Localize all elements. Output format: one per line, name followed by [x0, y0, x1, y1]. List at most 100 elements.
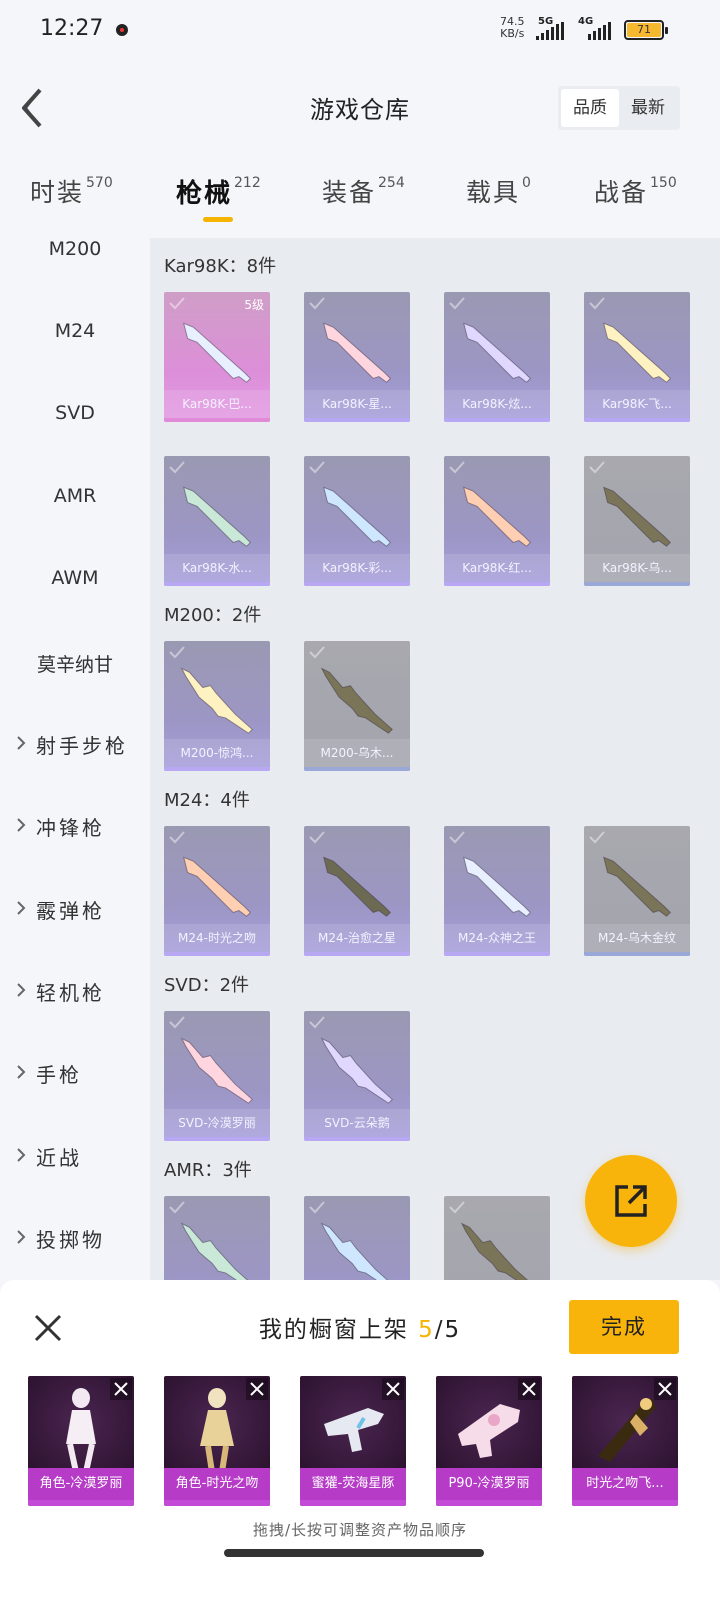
sidebar-group-smg[interactable]: 冲锋枪: [0, 812, 150, 841]
weapon-card[interactable]: Kar98K-水...: [164, 456, 270, 586]
sidebar-item-m200[interactable]: M200: [0, 238, 150, 260]
weapon-card[interactable]: Kar98K-乌...: [584, 456, 690, 586]
rarity-bar: [164, 582, 270, 586]
rarity-bar: [304, 1137, 410, 1141]
network-speed-unit: KB/s: [500, 27, 525, 40]
rarity-bar: [572, 1500, 678, 1506]
weapon-card-label: SVD-云朵鹅: [304, 1109, 410, 1137]
weapon-image: [603, 322, 672, 383]
remove-icon[interactable]: [518, 1378, 540, 1400]
weapon-card[interactable]: M200-乌木...: [304, 641, 410, 771]
weapon-card-label: Kar98K-炫...: [444, 390, 550, 418]
weapon-card[interactable]: Kar98K-红...: [444, 456, 550, 586]
showcase-item[interactable]: 角色-冷漠罗丽: [28, 1376, 134, 1506]
weapon-card[interactable]: SVD-云朵鹅: [304, 1011, 410, 1141]
weapon-card[interactable]: Kar98K-星...: [304, 292, 410, 422]
checkmark-icon[interactable]: [448, 460, 466, 474]
weapon-card[interactable]: M24-治愈之星: [304, 826, 410, 956]
checkmark-icon[interactable]: [168, 460, 186, 474]
weapon-image: [183, 486, 252, 547]
weapon-card[interactable]: [164, 1196, 270, 1280]
rarity-bar: [164, 952, 270, 956]
weapon-image: [320, 1037, 393, 1104]
weapon-card[interactable]: 5级 Kar98K-巴...: [164, 292, 270, 422]
weapon-image: [180, 667, 253, 734]
battery-icon: 71: [624, 20, 668, 40]
sidebar-item-m24[interactable]: M24: [0, 320, 150, 342]
tab-fashion[interactable]: 时装 570: [30, 173, 113, 209]
weapon-card-label: Kar98K-水...: [164, 554, 270, 582]
remove-icon[interactable]: [382, 1378, 404, 1400]
weapon-card-label: M24-众神之王: [444, 924, 550, 952]
sidebar-group-dmr[interactable]: 射手步枪: [0, 730, 150, 759]
tab-count: 254: [378, 175, 405, 191]
chevron-right-icon: [17, 736, 26, 750]
weapon-card[interactable]: [304, 1196, 410, 1280]
rarity-bar: [444, 952, 550, 956]
sidebar-group-label: 近战: [36, 1146, 82, 1170]
checkmark-icon[interactable]: [308, 296, 326, 310]
sidebar-item-mosin[interactable]: 莫辛纳甘: [0, 650, 150, 677]
checkmark-icon[interactable]: [448, 1200, 466, 1214]
showcase-item[interactable]: 蜜獾-荧海星豚: [300, 1376, 406, 1506]
tab-supplies[interactable]: 战备 150: [594, 173, 677, 209]
active-tab-indicator: [203, 217, 233, 222]
weapon-card[interactable]: Kar98K-飞...: [584, 292, 690, 422]
checkmark-icon[interactable]: [308, 645, 326, 659]
sort-quality-button[interactable]: 品质: [561, 89, 619, 127]
tab-equipment[interactable]: 装备 254: [322, 173, 405, 209]
showcase-item[interactable]: 时光之吻飞...: [572, 1376, 678, 1506]
remove-icon[interactable]: [654, 1378, 676, 1400]
checkmark-icon[interactable]: [308, 1015, 326, 1029]
weapon-card[interactable]: Kar98K-彩...: [304, 456, 410, 586]
showcase-item[interactable]: 角色-时光之吻: [164, 1376, 270, 1506]
sidebar-group-label: 轻机枪: [36, 981, 105, 1005]
checkmark-icon[interactable]: [308, 460, 326, 474]
sidebar-group-melee[interactable]: 近战: [0, 1142, 150, 1171]
checkmark-icon[interactable]: [448, 296, 466, 310]
weapon-card-label: SVD-冷漠罗丽: [164, 1109, 270, 1137]
tab-vehicles[interactable]: 载具 0: [466, 173, 531, 209]
checkmark-icon[interactable]: [168, 296, 186, 310]
chevron-right-icon: [17, 1065, 26, 1079]
remove-icon[interactable]: [110, 1378, 132, 1400]
checkmark-icon[interactable]: [588, 830, 606, 844]
showcase-item[interactable]: P90-冷漠罗丽: [436, 1376, 542, 1506]
sidebar-group-shotgun[interactable]: 霰弹枪: [0, 895, 150, 924]
weapon-card-label: Kar98K-飞...: [584, 390, 690, 418]
showcase-item-image: [200, 1388, 234, 1472]
sidebar-item-amr[interactable]: AMR: [0, 485, 150, 507]
weapon-card[interactable]: M200-惊鸿...: [164, 641, 270, 771]
checkmark-icon[interactable]: [168, 1200, 186, 1214]
checkmark-icon[interactable]: [308, 830, 326, 844]
weapon-image: [320, 1222, 389, 1280]
done-button[interactable]: 完成: [569, 1300, 679, 1354]
weapon-card[interactable]: SVD-冷漠罗丽: [164, 1011, 270, 1141]
tab-guns[interactable]: 枪械 212: [176, 173, 261, 210]
checkmark-icon[interactable]: [588, 460, 606, 474]
checkmark-icon[interactable]: [588, 296, 606, 310]
sidebar-group-pistol[interactable]: 手枪: [0, 1059, 150, 1088]
showcase-item-image: [66, 1388, 96, 1472]
checkmark-icon[interactable]: [308, 1200, 326, 1214]
section-title: Kar98K：8件: [164, 256, 277, 277]
sidebar-group-throwable[interactable]: 投掷物: [0, 1224, 150, 1253]
weapon-card[interactable]: M24-乌木金纹: [584, 826, 690, 956]
weapon-card[interactable]: Kar98K-炫...: [444, 292, 550, 422]
sidebar-group-lmg[interactable]: 轻机枪: [0, 977, 150, 1006]
sidebar-item-awm[interactable]: AWM: [0, 567, 150, 589]
checkmark-icon[interactable]: [448, 830, 466, 844]
weapon-card[interactable]: M24-众神之王: [444, 826, 550, 956]
share-fab-button[interactable]: [585, 1155, 677, 1247]
weapon-card[interactable]: [444, 1196, 550, 1280]
chevron-right-icon: [17, 983, 26, 997]
remove-icon[interactable]: [246, 1378, 268, 1400]
weapon-card-label: M200-惊鸿...: [164, 739, 270, 767]
weapon-card[interactable]: M24-时光之吻: [164, 826, 270, 956]
checkmark-icon[interactable]: [168, 1015, 186, 1029]
checkmark-icon[interactable]: [168, 645, 186, 659]
rarity-bar: [304, 952, 410, 956]
checkmark-icon[interactable]: [168, 830, 186, 844]
sort-newest-button[interactable]: 最新: [619, 89, 677, 127]
sidebar-item-svd[interactable]: SVD: [0, 402, 150, 424]
